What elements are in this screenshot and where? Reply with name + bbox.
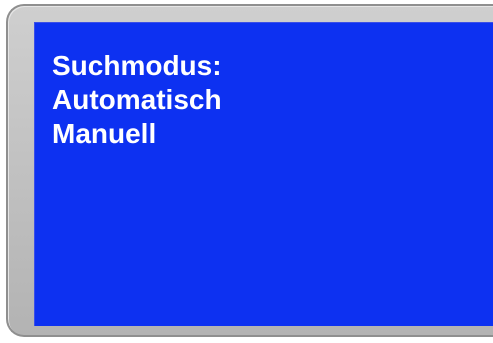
- menu-title: Suchmodus:: [52, 50, 222, 81]
- option-manual[interactable]: Manuell: [52, 117, 222, 151]
- search-mode-menu: Suchmodus: Automatisch Manuell: [52, 49, 222, 151]
- option-automatic[interactable]: Automatisch: [52, 83, 222, 117]
- lcd-screen: Suchmodus: Automatisch Manuell: [34, 22, 493, 326]
